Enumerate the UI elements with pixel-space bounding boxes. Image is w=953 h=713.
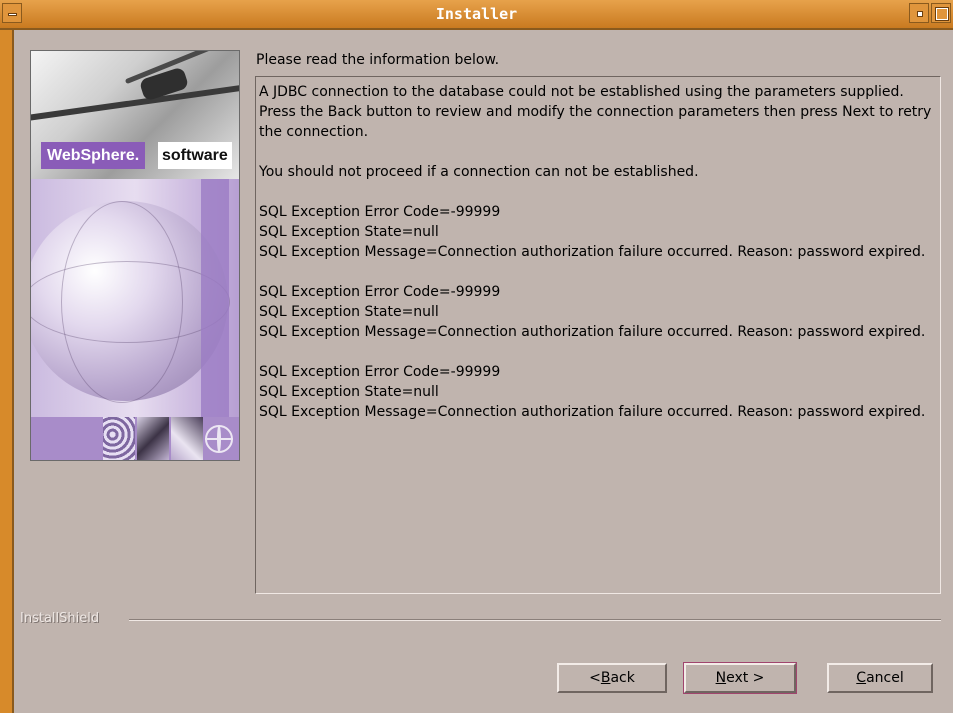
banner-tile-image xyxy=(171,417,203,460)
message-line: SQL Exception Error Code=-99999 xyxy=(259,364,501,380)
title-bar[interactable]: Installer xyxy=(0,0,953,30)
brand-bar: WebSphere. software xyxy=(31,139,239,175)
banner-tile-image xyxy=(103,417,135,460)
maximize-icon[interactable] xyxy=(931,3,951,23)
message-line: SQL Exception State=null xyxy=(259,224,439,240)
message-line: SQL Exception Error Code=-99999 xyxy=(259,204,501,220)
cancel-button[interactable]: Cancel xyxy=(827,663,933,693)
message-line: You should not proceed if a connection c… xyxy=(259,164,699,180)
installshield-label: InstallShield xyxy=(20,611,100,626)
banner-tile-image xyxy=(137,417,169,460)
brand-logo-websphere: WebSphere. xyxy=(41,142,146,169)
minimize-icon[interactable] xyxy=(909,3,929,23)
window-menu-icon[interactable] xyxy=(2,3,22,23)
instruction-label: Please read the information below. xyxy=(256,52,500,68)
message-line: Press the Back button to review and modi… xyxy=(259,104,936,140)
footer-divider xyxy=(129,619,941,621)
message-line: SQL Exception State=null xyxy=(259,384,439,400)
installer-window: Installer WebSphere. software Please rea… xyxy=(0,0,953,713)
message-line: SQL Exception Message=Connection authori… xyxy=(259,244,926,260)
globe-icon xyxy=(205,425,233,453)
message-line: A JDBC connection to the database could … xyxy=(259,84,904,100)
message-line: SQL Exception Message=Connection authori… xyxy=(259,404,926,420)
window-title: Installer xyxy=(435,5,518,23)
brand-logo-software: software xyxy=(158,142,232,169)
window-left-border xyxy=(0,0,14,713)
next-button[interactable]: Next > xyxy=(683,662,797,694)
error-message-text: A JDBC connection to the database could … xyxy=(259,82,934,422)
info-text-area[interactable]: A JDBC connection to the database could … xyxy=(255,76,941,594)
back-button[interactable]: < Back xyxy=(557,663,667,693)
websphere-banner-image: WebSphere. software xyxy=(30,50,240,461)
message-line: SQL Exception Message=Connection authori… xyxy=(259,324,926,340)
message-line: SQL Exception State=null xyxy=(259,304,439,320)
message-line: SQL Exception Error Code=-99999 xyxy=(259,284,501,300)
